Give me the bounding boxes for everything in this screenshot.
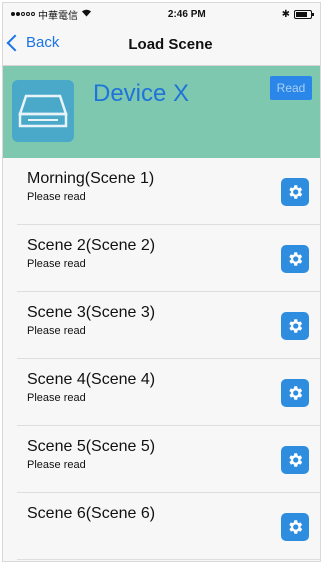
scene-row[interactable]: Scene 4(Scene 4) Please read <box>17 359 320 426</box>
navigation-bar: Back Load Scene <box>3 25 320 66</box>
scene-name: Scene 5(Scene 5) <box>27 438 156 455</box>
status-left: 中華電信 <box>11 7 92 22</box>
scene-name: Scene 3(Scene 3) <box>27 304 156 321</box>
wifi-icon <box>81 8 92 20</box>
scene-status: Please read <box>27 258 86 270</box>
signal-strength-icon <box>11 12 35 16</box>
scene-row[interactable]: Scene 6(Scene 6) <box>17 493 320 560</box>
scene-status: Please read <box>27 459 86 471</box>
gear-icon <box>289 252 303 266</box>
scene-list: Morning(Scene 1) Please read Scene 2(Sce… <box>3 158 320 560</box>
status-time: 2:46 PM <box>167 8 206 20</box>
scene-row[interactable]: Scene 3(Scene 3) Please read <box>17 292 320 359</box>
scene-settings-button[interactable] <box>281 178 309 206</box>
bluetooth-icon: ✱ <box>281 8 290 20</box>
scene-status: Please read <box>27 392 86 404</box>
scene-settings-button[interactable] <box>281 379 309 407</box>
scene-status: Please read <box>27 325 86 337</box>
scene-settings-button[interactable] <box>281 446 309 474</box>
gear-icon <box>289 386 303 400</box>
scene-name: Scene 6(Scene 6) <box>27 505 156 522</box>
scene-row[interactable]: Scene 5(Scene 5) Please read <box>17 426 320 493</box>
scene-name: Scene 2(Scene 2) <box>27 237 156 254</box>
scene-settings-button[interactable] <box>281 312 309 340</box>
gear-icon <box>289 185 303 199</box>
scene-settings-button[interactable] <box>281 513 309 541</box>
device-name: Device X <box>93 80 190 107</box>
scene-row[interactable]: Scene 2(Scene 2) Please read <box>17 225 320 292</box>
scene-name: Scene 4(Scene 4) <box>27 371 156 388</box>
scene-name: Morning(Scene 1) <box>27 170 155 187</box>
status-right: ✱ <box>281 8 314 20</box>
scene-settings-button[interactable] <box>281 245 309 273</box>
read-button[interactable]: Read <box>270 76 312 100</box>
scene-status: Please read <box>27 191 86 203</box>
page-title: Load Scene <box>128 36 213 53</box>
router-device-icon <box>12 80 74 142</box>
status-bar: 中華電信 2:46 PM ✱ <box>3 3 320 25</box>
device-header: Device X Read <box>3 66 320 158</box>
battery-icon <box>294 9 314 19</box>
scene-row[interactable]: Morning(Scene 1) Please read <box>17 158 320 225</box>
carrier-name: 中華電信 <box>38 10 78 22</box>
gear-icon <box>289 319 303 333</box>
app-screen: 中華電信 2:46 PM ✱ Back Load Scene Device X <box>3 3 320 561</box>
gear-icon <box>289 453 303 467</box>
gear-icon <box>289 520 303 534</box>
